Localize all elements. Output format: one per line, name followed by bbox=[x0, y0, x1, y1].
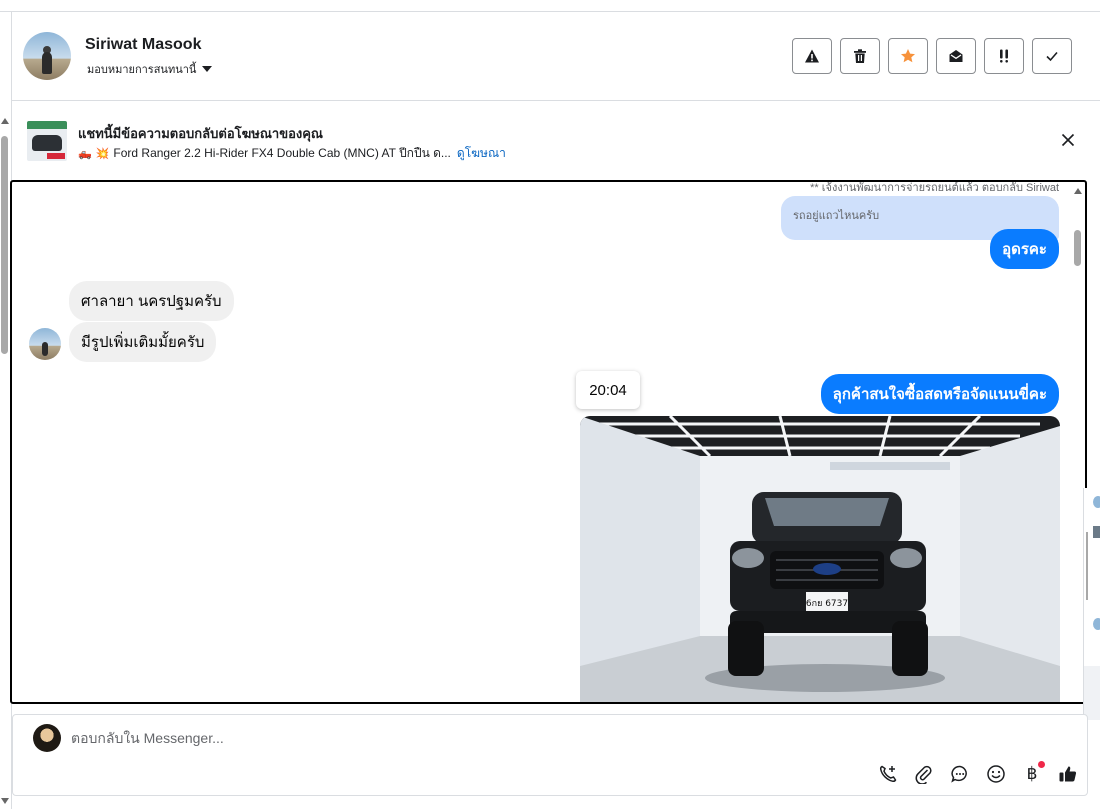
priority-button[interactable] bbox=[984, 38, 1024, 74]
car-photo-attachment[interactable]: 6กย 6737 bbox=[580, 416, 1060, 702]
envelope-open-icon bbox=[949, 50, 963, 62]
delete-button[interactable] bbox=[840, 38, 880, 74]
scroll-up-arrow-icon[interactable] bbox=[1, 118, 9, 124]
scroll-down-arrow-icon[interactable] bbox=[1, 798, 9, 804]
message-bubble-outgoing[interactable]: ลุกค้าสนใจซื้อสดหรือจัดแนนขี่คะ bbox=[820, 374, 1059, 414]
banner-title: แชทนี้มีข้อความตอบกลับต่อโฆษณาของคุณ bbox=[78, 126, 323, 141]
scroll-up-arrow-icon[interactable] bbox=[1074, 188, 1082, 194]
pickup-truck-emoji: 🛻 bbox=[78, 148, 92, 160]
avatar-fragment bbox=[1093, 496, 1100, 508]
avatar-fragment bbox=[1093, 618, 1100, 630]
composer-tools: ฿ bbox=[877, 761, 1079, 785]
call-button[interactable] bbox=[877, 763, 899, 785]
emoji-icon bbox=[987, 765, 1005, 783]
payment-icon: ฿ bbox=[1026, 764, 1038, 784]
exclamation-icon bbox=[1000, 49, 1008, 63]
message-bubble-incoming[interactable]: ศาลายา นครปฐมครับ bbox=[69, 281, 234, 321]
inbox-page: Siriwat Masook มอบหมายการสนทนานี้ แชทนี้… bbox=[0, 0, 1100, 809]
emoji-button[interactable] bbox=[985, 763, 1007, 785]
scrollbar-fragment bbox=[1086, 532, 1088, 600]
trash-icon bbox=[854, 49, 866, 63]
contact-name[interactable]: Siriwat Masook bbox=[85, 36, 201, 54]
conversation-header: Siriwat Masook มอบหมายการสนทนานี้ bbox=[12, 12, 1100, 101]
header-actions bbox=[792, 38, 1072, 74]
notification-dot bbox=[1038, 761, 1045, 768]
scroll-thumb[interactable] bbox=[1, 136, 8, 354]
avatar-figure bbox=[42, 342, 48, 356]
mark-done-button[interactable] bbox=[1032, 38, 1072, 74]
sender-avatar[interactable] bbox=[29, 328, 61, 360]
cut-off-message-text: ** เจ้งงานพัฒนาการจ่ายรถยนต์แล้ว ตอบกลับ… bbox=[810, 182, 1059, 194]
avatar-figure bbox=[42, 52, 52, 74]
page-avatar bbox=[33, 724, 61, 752]
like-icon bbox=[1059, 766, 1077, 782]
mark-unread-button[interactable] bbox=[936, 38, 976, 74]
ad-thumbnail[interactable] bbox=[27, 121, 67, 161]
report-spam-button[interactable] bbox=[792, 38, 832, 74]
attach-file-button[interactable] bbox=[913, 763, 935, 785]
saved-replies-button[interactable] bbox=[949, 763, 971, 785]
ad-reply-banner: แชทนี้มีข้อความตอบกลับต่อโฆษณาของคุณ 🛻 💥… bbox=[12, 101, 1100, 180]
check-icon bbox=[1046, 51, 1058, 62]
page-scrollbar[interactable] bbox=[0, 110, 10, 809]
timestamp-tooltip: 20:04 bbox=[576, 371, 640, 409]
message-thread[interactable]: ** เจ้งงานพัฒนาการจ่ายรถยนต์แล้ว ตอบกลับ… bbox=[10, 180, 1087, 704]
attachment-icon bbox=[915, 765, 932, 784]
license-plate-text: 6กย 6737 bbox=[806, 599, 848, 609]
message-bubble-outgoing[interactable]: อุดรคะ bbox=[990, 229, 1059, 269]
like-button[interactable] bbox=[1057, 763, 1079, 785]
collision-emoji: 💥 bbox=[95, 148, 110, 160]
adjacent-panel-edge bbox=[1083, 488, 1100, 720]
follow-up-button[interactable] bbox=[888, 38, 928, 74]
saved-replies-icon bbox=[951, 765, 967, 783]
chevron-down-icon bbox=[202, 66, 213, 72]
panel-fragment bbox=[1084, 666, 1100, 720]
payment-button[interactable]: ฿ bbox=[1021, 761, 1045, 785]
reply-composer: ฿ bbox=[12, 714, 1088, 796]
ad-thumbnail-car bbox=[32, 135, 62, 151]
close-icon[interactable] bbox=[1060, 132, 1076, 148]
warning-icon bbox=[805, 49, 819, 63]
reply-input[interactable] bbox=[71, 730, 871, 746]
car-photo-illustration: 6กย 6737 bbox=[580, 416, 1060, 702]
assign-label: มอบหมายการสนทนานี้ bbox=[87, 64, 197, 76]
contact-avatar[interactable] bbox=[23, 32, 71, 80]
ad-thumbnail-strip bbox=[27, 121, 67, 129]
thumbnail-fragment bbox=[1093, 526, 1100, 538]
message-bubble-incoming[interactable]: มีรูปเพิ่มเติมมั้ยครับ bbox=[69, 322, 217, 362]
star-icon bbox=[901, 49, 915, 63]
assign-conversation-dropdown[interactable]: มอบหมายการสนทนานี้ bbox=[87, 60, 213, 78]
ad-text: Ford Ranger 2.2 Hi-Rider FX4 Double Cab … bbox=[113, 146, 451, 160]
view-ad-link[interactable]: ดูโฆษณา bbox=[457, 144, 506, 163]
scroll-thumb[interactable] bbox=[1074, 230, 1081, 266]
banner-ad-line: 🛻 💥 Ford Ranger 2.2 Hi-Rider FX4 Double … bbox=[78, 144, 506, 163]
call-icon bbox=[879, 765, 897, 783]
ad-thumbnail-price-tag bbox=[47, 153, 65, 159]
